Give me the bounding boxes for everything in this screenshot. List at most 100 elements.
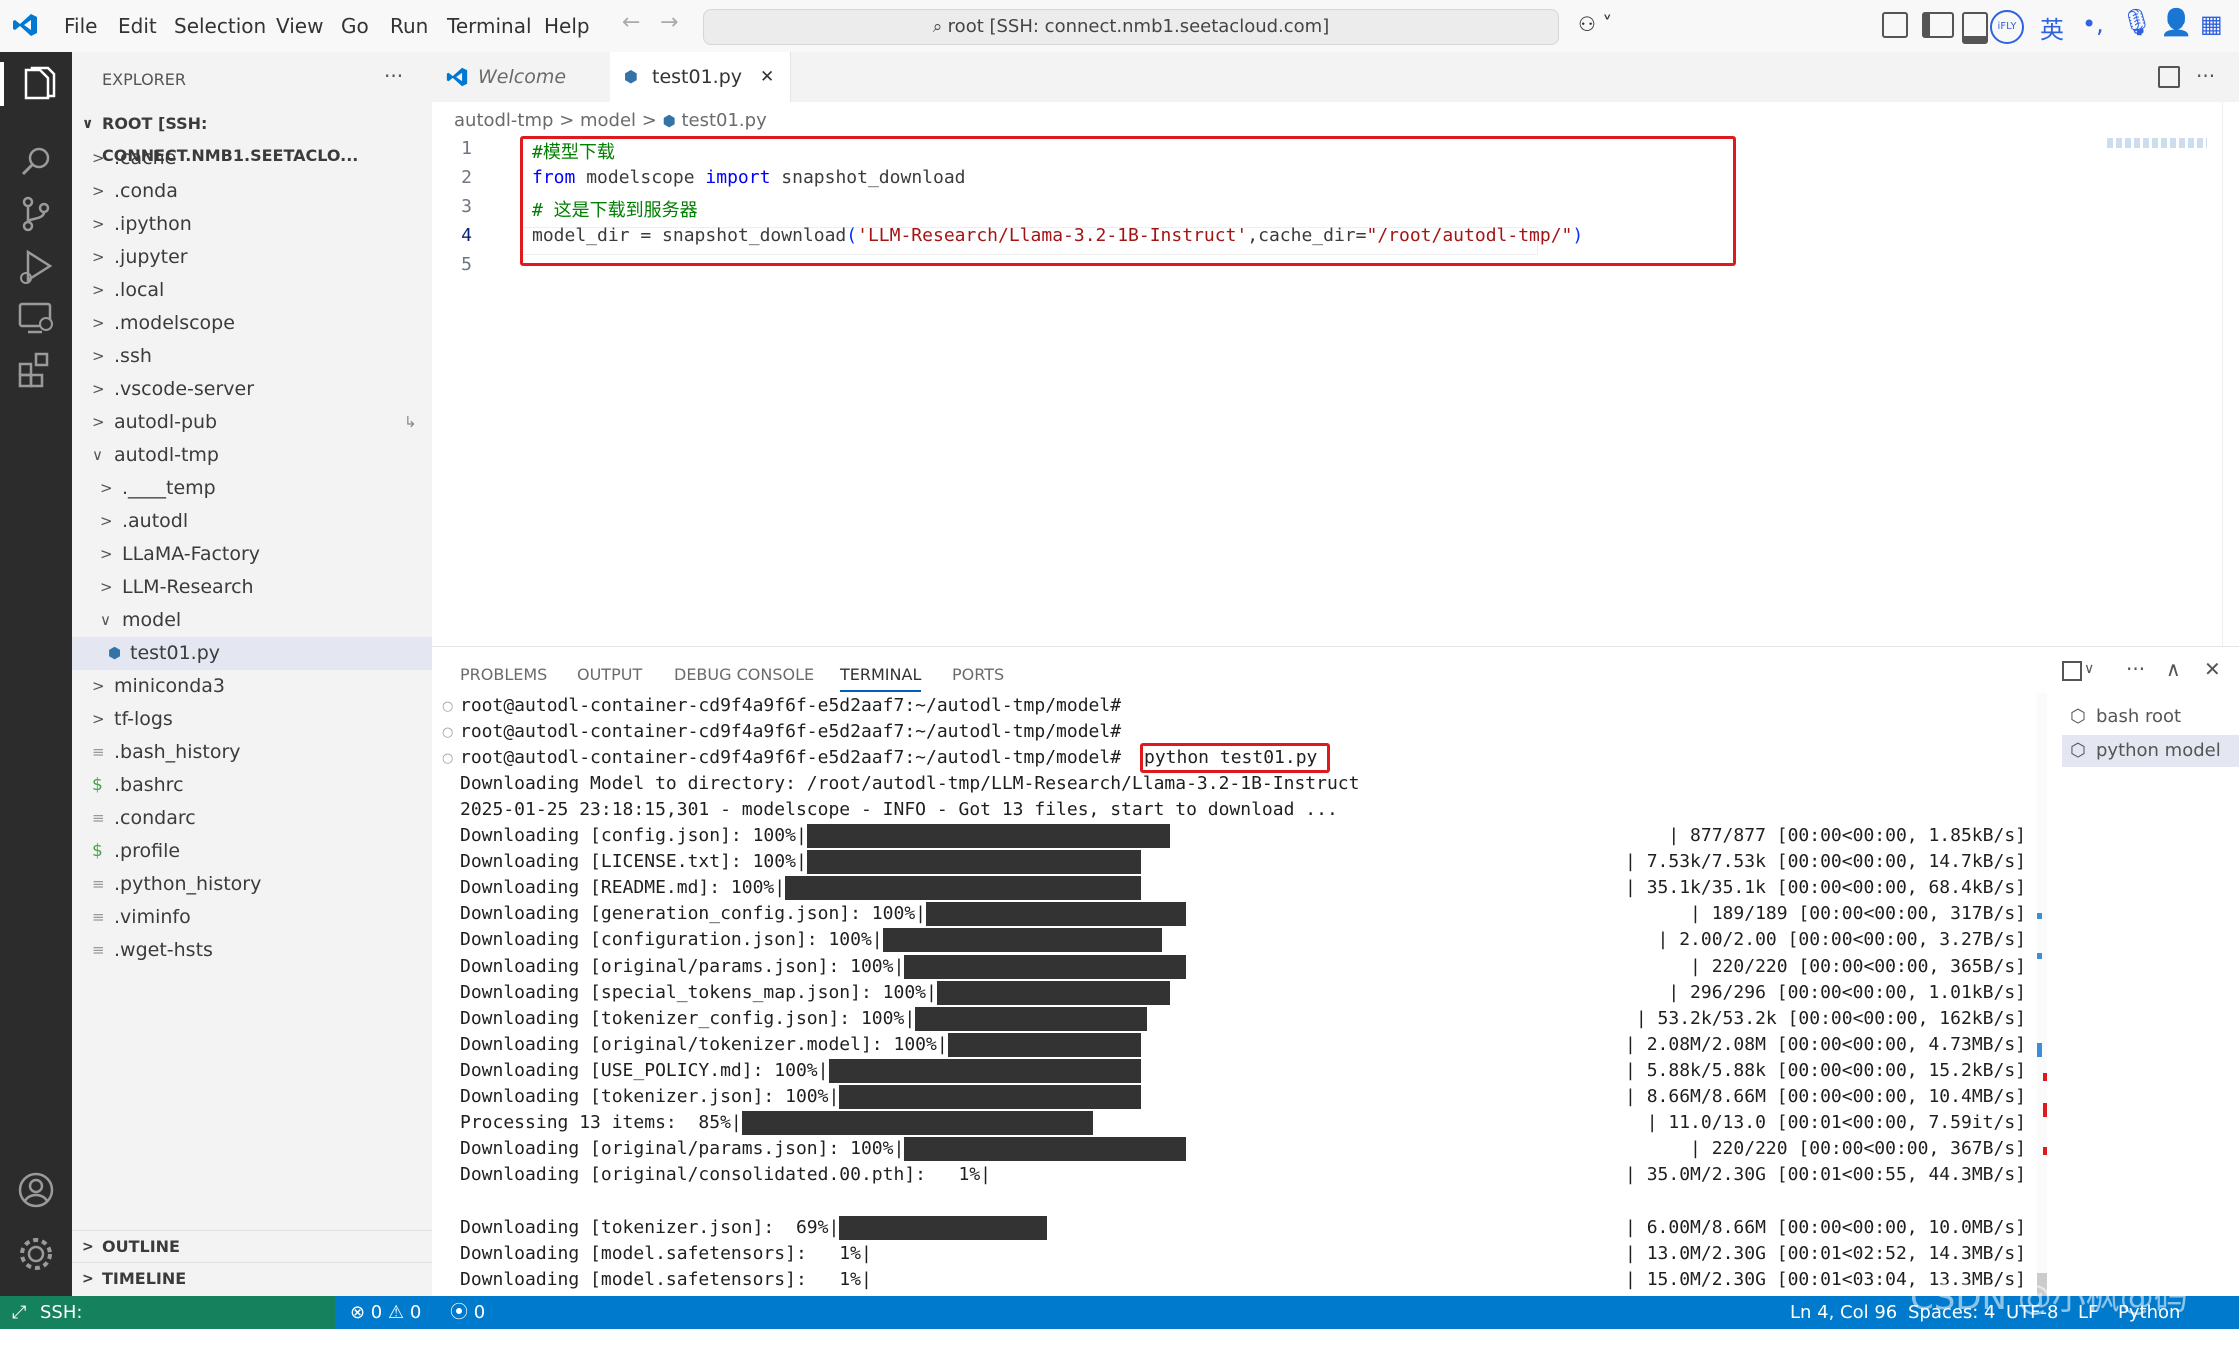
menu-selection[interactable]: Selection — [174, 14, 266, 38]
tab-test01-py[interactable]: ⬢ test01.py ✕ — [610, 52, 791, 102]
extensions-icon[interactable] — [14, 348, 58, 392]
progress-label: Downloading [configuration.json]: 100%| — [460, 929, 883, 951]
tree-item[interactable]: > .ssh — [72, 340, 432, 373]
menu-view[interactable]: View — [276, 14, 323, 38]
terminal[interactable]: ○ root@autodl-container-cd9f4a9f6f-e5d2a… — [432, 693, 2032, 1297]
ime-language[interactable]: 英 — [2040, 10, 2064, 45]
breadcrumb-item[interactable]: model — [580, 110, 636, 131]
accounts-icon[interactable] — [14, 1168, 58, 1212]
minimap[interactable] — [2107, 138, 2207, 148]
tree-item[interactable]: > autodl-pub ↳ — [72, 406, 432, 439]
search-icon: ⌕ — [932, 17, 948, 37]
tree-item[interactable]: > .cache — [72, 142, 432, 175]
tab-welcome[interactable]: Welcome — [432, 52, 611, 102]
tree-item[interactable]: ≡ .condarc — [72, 802, 432, 835]
chevron-right-icon: > — [100, 479, 113, 497]
editor-more-icon[interactable]: ··· — [2196, 64, 2215, 88]
command-center[interactable]: ⌕ root [SSH: connect.nmb1.seetacloud.com… — [703, 9, 1559, 45]
tab-problems[interactable]: PROBLEMS — [460, 665, 547, 684]
search-icon[interactable] — [14, 140, 58, 184]
tab-ports[interactable]: PORTS — [952, 665, 1004, 684]
outline-section[interactable]: > OUTLINE — [72, 1230, 432, 1261]
terminal-scrollbar[interactable] — [2037, 693, 2047, 1297]
close-icon[interactable]: ✕ — [760, 52, 774, 102]
shell-file-icon: $ — [92, 775, 103, 795]
tree-item[interactable]: > .conda — [72, 175, 432, 208]
explorer-icon[interactable] — [14, 62, 58, 106]
chevron-right-icon: > — [92, 248, 105, 266]
menu-help[interactable]: Help — [544, 14, 590, 38]
settings-gear-icon[interactable] — [14, 1232, 58, 1276]
tree-item[interactable]: > miniconda3 — [72, 670, 432, 703]
progress-row: Downloading [original/params.json]: 100%… — [432, 954, 2032, 980]
terminal-session-python[interactable]: ⬡ python model — [2062, 735, 2239, 767]
tree-item[interactable]: > .____temp — [72, 472, 432, 505]
tree-item[interactable]: > .jupyter — [72, 241, 432, 274]
title-bar: File Edit Selection View Go Run Terminal… — [0, 0, 2239, 53]
tree-item[interactable]: > tf-logs — [72, 703, 432, 736]
vscode-logo-icon — [446, 67, 468, 87]
tree-item[interactable]: > .modelscope — [72, 307, 432, 340]
explorer-more-icon[interactable]: ··· — [384, 64, 403, 88]
layout-customize-icon[interactable] — [1882, 12, 1908, 38]
chevron-down-icon[interactable]: ∨ — [2084, 661, 2094, 677]
toggle-panel-icon[interactable] — [1962, 12, 1988, 44]
nav-back-icon[interactable]: ← — [622, 10, 640, 35]
tree-item[interactable]: ≡ .viminfo — [72, 901, 432, 934]
explorer-title: EXPLORER — [102, 70, 186, 89]
tree-item[interactable]: $ .bashrc — [72, 769, 432, 802]
close-panel-icon[interactable]: ✕ — [2204, 657, 2221, 681]
tree-item[interactable]: ∨ autodl-tmp — [72, 439, 432, 472]
menu-file[interactable]: File — [64, 14, 97, 38]
panel-more-icon[interactable]: ··· — [2126, 657, 2145, 681]
nav-forward-icon[interactable]: → — [660, 10, 678, 35]
tree-item[interactable]: ≡ .bash_history — [72, 736, 432, 769]
split-terminal-icon[interactable] — [2062, 661, 2082, 681]
editor-scrollbar[interactable] — [2222, 102, 2239, 646]
tree-item[interactable]: ∨ model — [72, 604, 432, 637]
tab-debug-console[interactable]: DEBUG CONSOLE — [674, 665, 814, 684]
ime-punctuation-icon[interactable]: •, — [2082, 10, 2104, 38]
menu-run[interactable]: Run — [390, 14, 428, 38]
tree-item[interactable]: > LLaMA-Factory — [72, 538, 432, 571]
tree-item[interactable]: ≡ .wget-hsts — [72, 934, 432, 967]
remote-indicator[interactable]: ⤢ SSH: connect.nmb1.seetacloud.com — [0, 1296, 335, 1356]
terminal-session-bash[interactable]: ⬡ bash root — [2062, 701, 2239, 733]
user-icon[interactable]: 👤 — [2160, 8, 2192, 38]
run-debug-icon[interactable] — [14, 244, 58, 288]
menu-go[interactable]: Go — [341, 14, 369, 38]
ifly-icon[interactable]: iFLY — [1990, 10, 2024, 44]
tree-item[interactable]: ≡ .python_history — [72, 868, 432, 901]
tree-item[interactable]: > .ipython — [72, 208, 432, 241]
toggle-sidebar-icon[interactable] — [1922, 12, 1954, 38]
tab-output[interactable]: OUTPUT — [577, 665, 642, 684]
explorer-root-header[interactable]: ∨ ROOT [SSH: CONNECT.NMB1.SEETACLO... — [72, 108, 432, 165]
breadcrumb-item[interactable]: autodl-tmp — [454, 110, 553, 131]
tree-item[interactable]: ⬢ test01.py — [72, 637, 432, 670]
progress-bar-fill — [926, 902, 1186, 927]
split-editor-icon[interactable] — [2158, 66, 2180, 88]
timeline-section[interactable]: > TIMELINE — [72, 1262, 432, 1293]
chevron-right-icon: > — [92, 677, 105, 695]
ports-indicator[interactable]: ⦿ 0 — [450, 1296, 485, 1329]
tab-terminal[interactable]: TERMINAL — [840, 665, 922, 692]
grid-apps-icon[interactable]: ▦ — [2200, 10, 2223, 38]
tree-item[interactable]: > .autodl — [72, 505, 432, 538]
tree-item[interactable]: > .local — [72, 274, 432, 307]
progress-rate: | 2.00/2.00 [00:00<00:00, 3.27B/s] — [1657, 929, 2026, 951]
breadcrumb-item[interactable]: test01.py — [681, 110, 766, 131]
microphone-icon[interactable]: 🎙 — [2120, 8, 2153, 38]
tree-item[interactable]: > .vscode-server — [72, 373, 432, 406]
progress-row — [432, 1188, 2032, 1214]
copilot-icon[interactable]: ⚇ ˅ — [1578, 12, 1612, 36]
tree-item[interactable]: $ .profile — [72, 835, 432, 868]
source-control-icon[interactable] — [14, 192, 58, 236]
code-editor[interactable]: autodl-tmp > model > ⬢ test01.py 1 2 3 4… — [432, 102, 2239, 646]
remote-explorer-icon[interactable] — [14, 296, 58, 340]
problems-count[interactable]: ⊗ 0 ⚠ 0 — [350, 1296, 421, 1329]
tree-item[interactable]: > LLM-Research — [72, 571, 432, 604]
cursor-position[interactable]: Ln 4, Col 96 — [1790, 1296, 1897, 1329]
menu-edit[interactable]: Edit — [118, 14, 157, 38]
menu-terminal[interactable]: Terminal — [447, 14, 532, 38]
maximize-panel-icon[interactable]: ∧ — [2166, 657, 2181, 681]
